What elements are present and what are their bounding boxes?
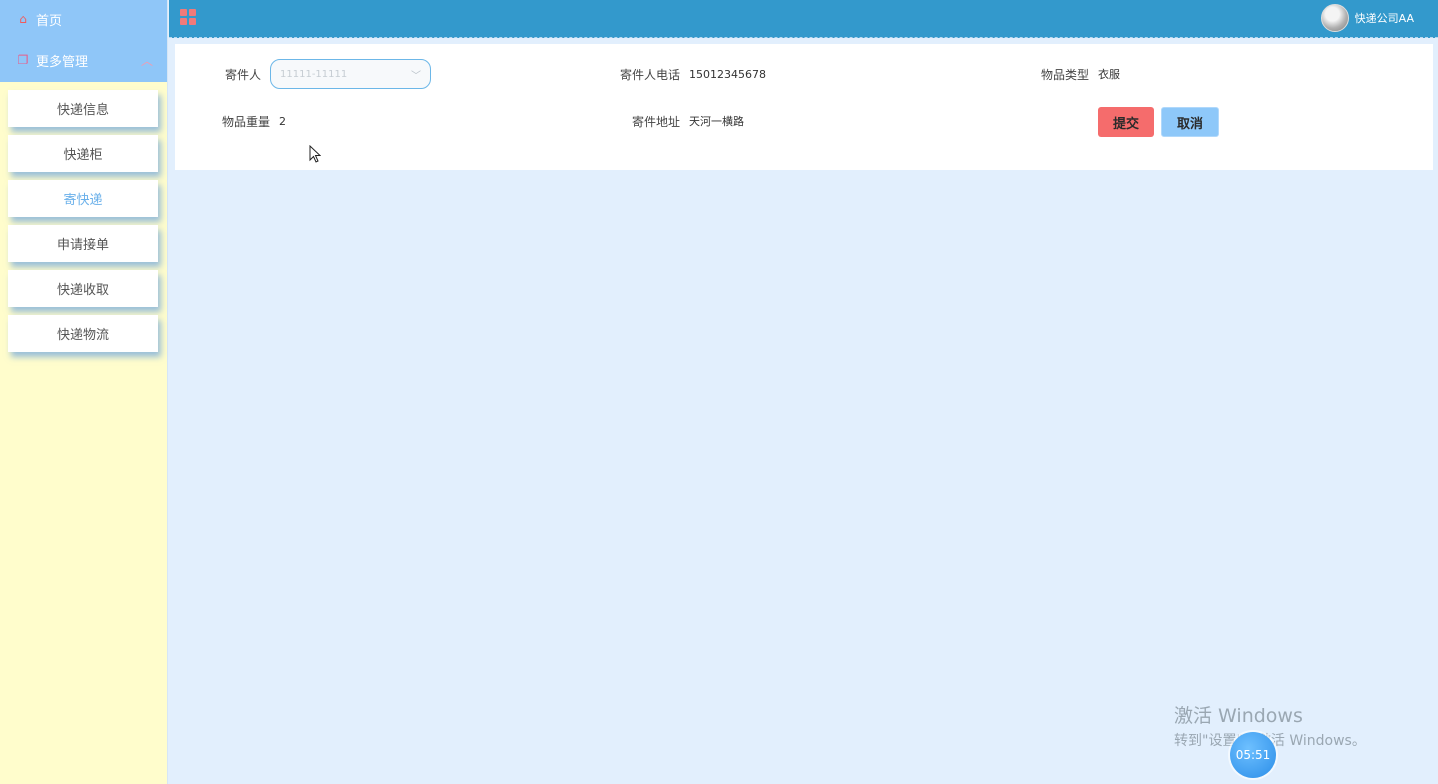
weight-label: 物品重量 bbox=[222, 114, 271, 129]
phone-field: 寄件人电话 15012345678 bbox=[620, 59, 766, 89]
type-value: 衣服 bbox=[1098, 68, 1121, 81]
sidebar-item-express-info[interactable]: 快递信息 bbox=[8, 90, 158, 127]
copy-icon: ❐ bbox=[17, 53, 29, 67]
cancel-button[interactable]: 取消 bbox=[1161, 107, 1219, 137]
type-field: 物品类型 衣服 bbox=[1041, 59, 1120, 89]
sidebar: ⌂ 首页 ❐ 更多管理 ︿ 快递信息 快递柜 寄快递 申请接单 快递收取 快递物… bbox=[0, 0, 168, 784]
menu-more-label: 更多管理 bbox=[36, 54, 89, 70]
submit-button[interactable]: 提交 bbox=[1098, 107, 1154, 137]
send-express-form: 寄件人 11111-11111 ﹀ 寄件人电话 15012345678 物品类型… bbox=[175, 44, 1433, 170]
sidebar-item-label: 申请接单 bbox=[56, 238, 109, 253]
address-label: 寄件地址 bbox=[632, 114, 681, 129]
menu-home[interactable]: ⌂ 首页 bbox=[0, 0, 167, 38]
home-icon: ⌂ bbox=[19, 12, 27, 26]
sidebar-item-logistics[interactable]: 快递物流 bbox=[8, 315, 158, 352]
watermark-title: 激活 Windows bbox=[1174, 705, 1303, 727]
user-name: 快递公司AA bbox=[1354, 12, 1414, 25]
chevron-up-icon: ︿ bbox=[140, 54, 153, 68]
submenu: 快递信息 快递柜 寄快递 申请接单 快递收取 快递物流 bbox=[0, 82, 167, 352]
chevron-down-icon: ﹀ bbox=[411, 70, 422, 82]
sidebar-item-label: 快递物流 bbox=[56, 328, 109, 343]
sidebar-item-label: 寄快递 bbox=[63, 193, 103, 208]
sender-select[interactable]: 11111-11111 ﹀ bbox=[270, 59, 432, 89]
top-header: 快递公司AA bbox=[169, 0, 1438, 38]
sender-select-placeholder: 11111-11111 bbox=[280, 68, 348, 80]
menu-more-management[interactable]: ❐ 更多管理 ︿ bbox=[0, 38, 167, 82]
sidebar-item-express-receive[interactable]: 快递收取 bbox=[8, 270, 158, 307]
type-label: 物品类型 bbox=[1041, 67, 1090, 82]
sidebar-item-label: 快递柜 bbox=[63, 148, 103, 163]
avatar bbox=[1320, 4, 1349, 32]
phone-value: 15012345678 bbox=[689, 67, 766, 81]
address-field: 寄件地址 天河一横路 bbox=[632, 106, 744, 136]
weight-field: 物品重量 2 bbox=[222, 106, 286, 136]
weight-value: 2 bbox=[279, 114, 287, 128]
address-value: 天河一横路 bbox=[689, 115, 745, 128]
sidebar-item-send-express[interactable]: 寄快递 bbox=[8, 180, 158, 217]
sidebar-item-label: 快递收取 bbox=[56, 283, 109, 298]
sender-label: 寄件人 bbox=[225, 67, 262, 82]
sidebar-item-apply-order[interactable]: 申请接单 bbox=[8, 225, 158, 262]
sender-field: 寄件人 11111-11111 ﹀ bbox=[225, 59, 432, 89]
user-menu[interactable]: 快递公司AA bbox=[1320, 3, 1414, 33]
sidebar-item-locker[interactable]: 快递柜 bbox=[8, 135, 158, 172]
clock-badge[interactable]: 05:51 bbox=[1230, 732, 1276, 778]
menu-home-label: 首页 bbox=[36, 13, 63, 29]
mouse-cursor-icon bbox=[309, 145, 321, 163]
phone-label: 寄件人电话 bbox=[620, 67, 681, 82]
menu-grid-icon[interactable] bbox=[180, 9, 196, 25]
sidebar-item-label: 快递信息 bbox=[56, 103, 109, 118]
